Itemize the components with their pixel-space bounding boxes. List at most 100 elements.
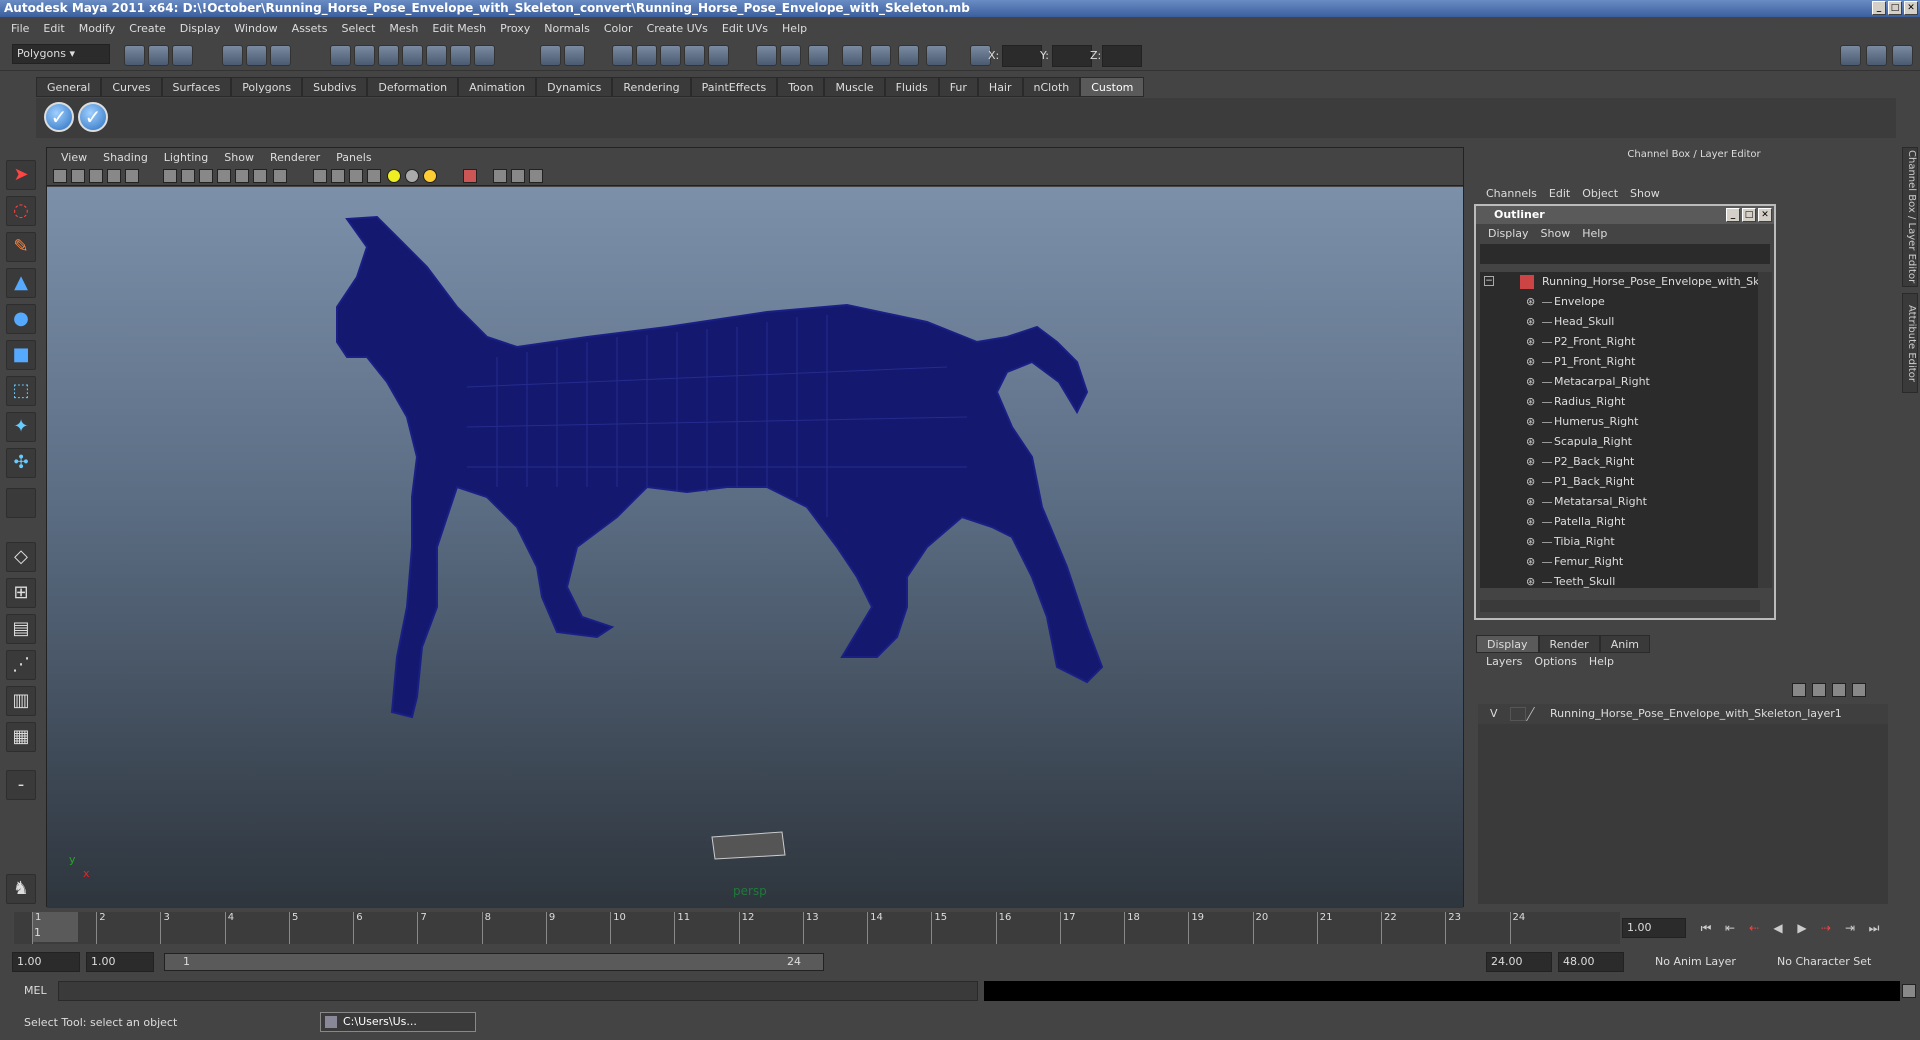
cb-menu-edit[interactable]: Edit bbox=[1543, 187, 1576, 200]
mel-script-icon[interactable]: ♞ bbox=[6, 874, 36, 904]
field-chart-icon[interactable] bbox=[217, 169, 231, 183]
wireframe-icon[interactable] bbox=[273, 169, 287, 183]
select-hierarchy-icon[interactable] bbox=[222, 45, 243, 66]
menu-edit-uvs[interactable]: Edit UVs bbox=[715, 22, 775, 35]
xray-icon[interactable] bbox=[493, 169, 507, 183]
outliner-close-button[interactable]: ✕ bbox=[1758, 208, 1772, 222]
list-item[interactable]: ⊛ Metacarpal_Right bbox=[1480, 372, 1760, 392]
single-perspective-layout-icon[interactable]: ◇ bbox=[6, 542, 36, 572]
viewport-canvas[interactable]: y x persp bbox=[47, 187, 1463, 908]
check-shelf-icon-2[interactable]: ✓ bbox=[78, 102, 108, 132]
input-mode-icon[interactable] bbox=[780, 45, 801, 66]
layer-menu-options[interactable]: Options bbox=[1528, 655, 1582, 668]
grid-toggle-icon[interactable] bbox=[125, 169, 139, 183]
character-set-dropdown[interactable]: No Character Set bbox=[1772, 952, 1882, 972]
start-time-field[interactable]: 1.00 bbox=[12, 952, 80, 972]
show-manipulator-icon[interactable]: ✣ bbox=[6, 448, 36, 478]
checker-icon[interactable] bbox=[367, 169, 381, 183]
snap-curve-icon[interactable] bbox=[354, 45, 375, 66]
menu-select[interactable]: Select bbox=[334, 22, 382, 35]
outliner-toggle-icon[interactable] bbox=[898, 45, 919, 66]
select-component-icon[interactable] bbox=[270, 45, 291, 66]
shadows-icon[interactable] bbox=[405, 169, 419, 183]
list-item[interactable]: ⊛ Metatarsal_Right bbox=[1480, 492, 1760, 512]
shelf-tab-hair[interactable]: Hair bbox=[977, 77, 1023, 97]
move-layer-up-icon[interactable] bbox=[1792, 683, 1806, 697]
open-scene-icon[interactable] bbox=[148, 45, 169, 66]
graph-editor-icon[interactable] bbox=[870, 45, 891, 66]
outliner-persp-layout-icon[interactable]: ▤ bbox=[6, 614, 36, 644]
shelf-tab-painteffects[interactable]: PaintEffects bbox=[690, 77, 778, 97]
step-back-frame-icon[interactable]: ⇠ bbox=[1742, 918, 1766, 938]
four-view-layout-icon[interactable]: ⊞ bbox=[6, 578, 36, 608]
select-tool-icon[interactable]: ➤ bbox=[6, 160, 36, 190]
list-item[interactable]: ⊛ P1_Front_Right bbox=[1480, 352, 1760, 372]
new-scene-icon[interactable] bbox=[124, 45, 145, 66]
time-slider[interactable]: 1 1 2 3 4 5 6 7 8 9 10 11 12 13 14 15 16 17 18 19 20 21 22 23 2… bbox=[14, 912, 1620, 944]
menu-create[interactable]: Create bbox=[122, 22, 173, 35]
layer-visibility-toggle[interactable]: V bbox=[1490, 704, 1498, 724]
shelf-tab-muscle[interactable]: Muscle bbox=[824, 77, 885, 97]
smooth-shade-icon[interactable] bbox=[313, 169, 327, 183]
menu-edit[interactable]: Edit bbox=[36, 22, 71, 35]
command-input[interactable] bbox=[58, 981, 978, 1001]
lights-icon[interactable] bbox=[387, 169, 401, 183]
menu-window[interactable]: Window bbox=[227, 22, 284, 35]
shelf-tab-deformation[interactable]: Deformation bbox=[367, 77, 459, 97]
new-layer-icon[interactable] bbox=[1832, 683, 1846, 697]
render-current-icon[interactable] bbox=[540, 45, 561, 66]
step-forward-frame-icon[interactable]: ⇢ bbox=[1814, 918, 1838, 938]
menu-display[interactable]: Display bbox=[173, 22, 228, 35]
render-sequence-icon[interactable] bbox=[708, 45, 729, 66]
image-plane-icon[interactable] bbox=[107, 169, 121, 183]
go-to-start-icon[interactable]: ⏮ bbox=[1694, 918, 1718, 938]
range-slider[interactable]: 1 24 bbox=[164, 953, 824, 971]
scale-tool-icon[interactable]: ■ bbox=[6, 340, 36, 370]
layer-row[interactable]: V Running_Horse_Pose_Envelope_with_Skele… bbox=[1478, 704, 1888, 724]
list-item[interactable]: ⊛ Tibia_Right bbox=[1480, 532, 1760, 552]
outliner-menu-help[interactable]: Help bbox=[1576, 227, 1613, 240]
list-item[interactable]: ⊛ Patella_Right bbox=[1480, 512, 1760, 532]
mode-dropdown[interactable]: Polygons ▾ bbox=[12, 44, 110, 64]
snap-point-icon[interactable] bbox=[378, 45, 399, 66]
render-region-icon[interactable] bbox=[684, 45, 705, 66]
xray-joints-icon[interactable] bbox=[511, 169, 525, 183]
script-editor-icon[interactable] bbox=[1902, 984, 1916, 998]
outliner-minimize-button[interactable]: _ bbox=[1726, 208, 1740, 222]
layout-options-icon[interactable]: - bbox=[6, 770, 36, 800]
menu-assets[interactable]: Assets bbox=[285, 22, 335, 35]
cb-menu-object[interactable]: Object bbox=[1576, 187, 1624, 200]
safe-action-icon[interactable] bbox=[235, 169, 249, 183]
viewport-menu-shading[interactable]: Shading bbox=[95, 151, 156, 164]
list-item[interactable]: ⊛ Humerus_Right bbox=[1480, 412, 1760, 432]
shelf-tab-fluids[interactable]: Fluids bbox=[884, 77, 939, 97]
go-to-end-icon[interactable]: ⏭ bbox=[1862, 918, 1886, 938]
outliner-root-item[interactable]: − Running_Horse_Pose_Envelope_with_Ske bbox=[1480, 272, 1760, 292]
viewport-menu-lighting[interactable]: Lighting bbox=[156, 151, 216, 164]
outliner-vertical-scrollbar[interactable] bbox=[1758, 272, 1772, 588]
safe-title-icon[interactable] bbox=[253, 169, 267, 183]
time-slider-ticks[interactable]: 1 1 2 3 4 5 6 7 8 9 10 11 12 13 14 15 16 17 18 19 20 21 22 23 2… bbox=[14, 912, 1620, 944]
show-tool-settings-icon[interactable] bbox=[1866, 45, 1887, 66]
outliner-menu-show[interactable]: Show bbox=[1535, 227, 1577, 240]
shelf-tab-custom[interactable]: Custom bbox=[1080, 77, 1145, 97]
menu-help[interactable]: Help bbox=[775, 22, 814, 35]
list-item[interactable]: ⊛ P2_Back_Right bbox=[1480, 452, 1760, 472]
menu-create-uvs[interactable]: Create UVs bbox=[640, 22, 715, 35]
resolution-gate-icon[interactable] bbox=[181, 169, 195, 183]
menu-mesh[interactable]: Mesh bbox=[382, 22, 425, 35]
tab-render[interactable]: Render bbox=[1538, 635, 1600, 653]
save-scene-icon[interactable] bbox=[172, 45, 193, 66]
viewport-menu-show[interactable]: Show bbox=[216, 151, 262, 164]
select-object-icon[interactable] bbox=[246, 45, 267, 66]
camera-attributes-icon[interactable] bbox=[71, 169, 85, 183]
viewport-menu-panels[interactable]: Panels bbox=[328, 151, 379, 164]
step-back-key-icon[interactable]: ⇤ bbox=[1718, 918, 1742, 938]
graph-persp-layout-icon[interactable]: ⋰ bbox=[6, 650, 36, 680]
list-item[interactable]: ⊛ P1_Back_Right bbox=[1480, 472, 1760, 492]
render-view-icon[interactable] bbox=[612, 45, 633, 66]
help-line-icon[interactable] bbox=[474, 45, 495, 66]
lasso-tool-icon[interactable]: ◌ bbox=[6, 196, 36, 226]
layer-menu-layers[interactable]: Layers bbox=[1480, 655, 1528, 668]
snap-plane-icon[interactable] bbox=[402, 45, 423, 66]
